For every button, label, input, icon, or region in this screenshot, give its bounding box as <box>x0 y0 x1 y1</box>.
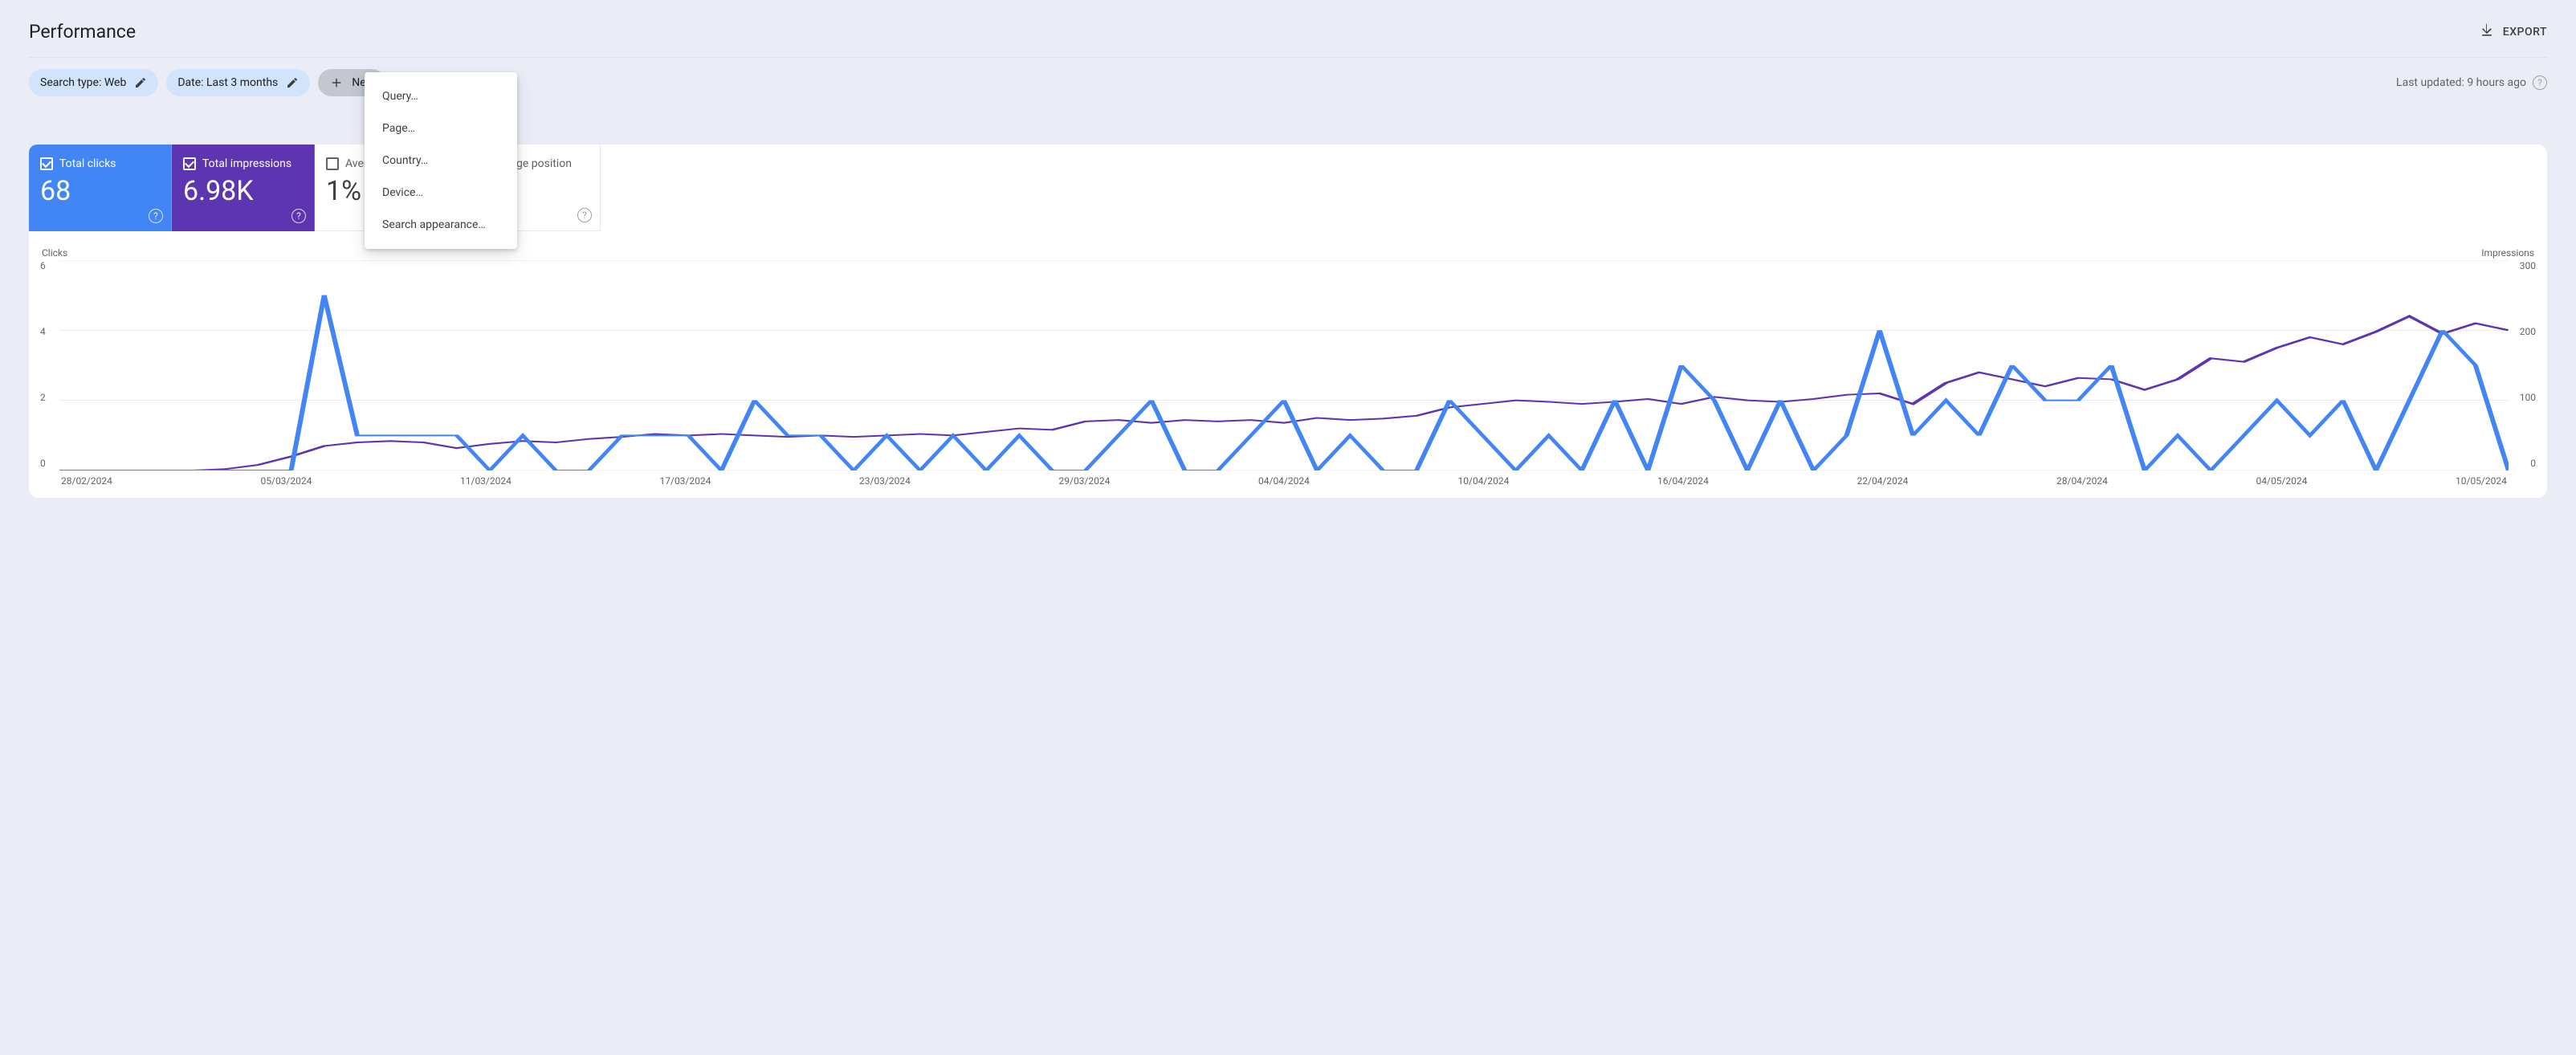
chip-search-type-label: Search type: Web <box>40 76 126 89</box>
help-icon[interactable]: ? <box>291 209 306 223</box>
chip-date-label: Date: Last 3 months <box>177 76 278 89</box>
checkbox-checked-icon <box>183 157 196 170</box>
last-updated-text: Last updated: 9 hours ago <box>2396 76 2526 89</box>
metric-tab-impressions[interactable]: Total impressions 6.98K ? <box>172 145 315 231</box>
y-left-axis-label: Clicks <box>42 247 67 259</box>
x-tick: 29/03/2024 <box>1059 475 1111 487</box>
y-left-ticks: 6 4 2 0 <box>40 260 59 470</box>
x-ticks: 28/02/2024 05/03/2024 11/03/2024 17/03/2024… <box>40 470 2536 487</box>
metric-impressions-value: 6.98K <box>183 175 303 207</box>
dropdown-item-device[interactable]: Device… <box>365 177 517 209</box>
plus-icon <box>329 75 344 90</box>
x-tick: 28/02/2024 <box>61 475 112 487</box>
help-icon[interactable]: ? <box>2533 75 2547 90</box>
metric-impressions-label: Total impressions <box>202 157 291 170</box>
y-right-axis-label: Impressions <box>2481 247 2534 259</box>
checkbox-checked-icon <box>40 157 53 170</box>
pencil-icon <box>286 76 299 89</box>
page-title: Performance <box>29 21 136 43</box>
x-tick: 22/04/2024 <box>1857 475 1909 487</box>
dropdown-item-country[interactable]: Country… <box>365 145 517 177</box>
help-icon[interactable]: ? <box>149 209 163 223</box>
x-tick: 10/04/2024 <box>1458 475 1510 487</box>
chart-plot[interactable] <box>59 260 2509 470</box>
pencil-icon <box>134 76 147 89</box>
download-icon <box>2479 22 2495 42</box>
export-button[interactable]: EXPORT <box>2479 22 2547 42</box>
export-label: EXPORT <box>2503 26 2547 39</box>
divider <box>29 57 2547 58</box>
x-tick: 10/05/2024 <box>2456 475 2507 487</box>
dropdown-item-query[interactable]: Query… <box>365 80 517 112</box>
metric-clicks-label: Total clicks <box>59 157 116 170</box>
chip-date[interactable]: Date: Last 3 months <box>166 69 310 96</box>
dropdown-item-search-appearance[interactable]: Search appearance… <box>365 209 517 241</box>
filters-row: Search type: Web Date: Last 3 months New… <box>29 69 2547 96</box>
last-updated: Last updated: 9 hours ago ? <box>2396 75 2547 90</box>
chart: Clicks Impressions 6 4 2 0 300 200 100 0 <box>29 231 2547 487</box>
x-tick: 11/03/2024 <box>460 475 512 487</box>
metric-clicks-value: 68 <box>40 175 160 207</box>
metric-tab-clicks[interactable]: Total clicks 68 ? <box>29 145 172 231</box>
x-tick: 05/03/2024 <box>261 475 312 487</box>
x-tick: 04/04/2024 <box>1258 475 1310 487</box>
x-tick: 23/03/2024 <box>859 475 911 487</box>
dropdown-item-page[interactable]: Page… <box>365 112 517 145</box>
help-icon[interactable]: ? <box>577 208 592 222</box>
checkbox-icon <box>326 157 339 170</box>
x-tick: 16/04/2024 <box>1657 475 1709 487</box>
y-right-ticks: 300 200 100 0 <box>2509 260 2536 470</box>
chip-search-type[interactable]: Search type: Web <box>29 69 158 96</box>
x-tick: 28/04/2024 <box>2056 475 2108 487</box>
new-filter-dropdown: Query… Page… Country… Device… Search app… <box>365 72 517 249</box>
x-tick: 04/05/2024 <box>2256 475 2308 487</box>
x-tick: 17/03/2024 <box>660 475 711 487</box>
